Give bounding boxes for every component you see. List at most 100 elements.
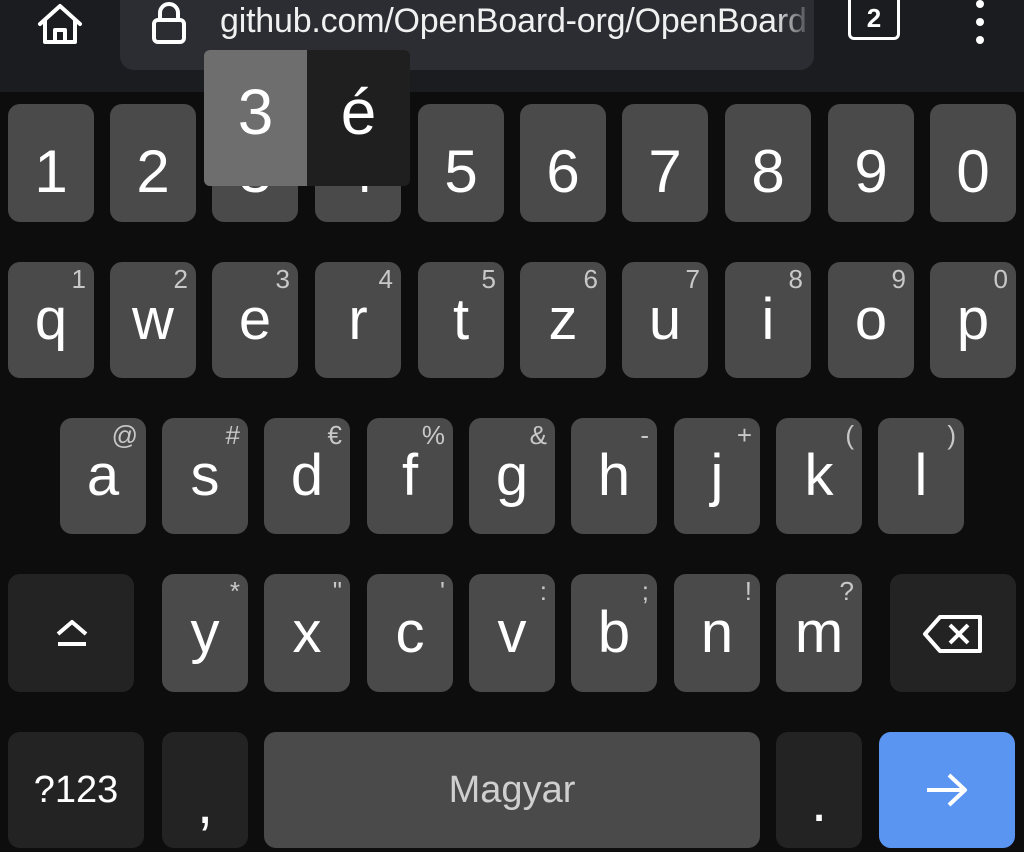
key-label: e xyxy=(238,287,272,352)
key-hint: 7 xyxy=(685,264,700,294)
key-hint: & xyxy=(529,420,547,450)
symbols-key[interactable]: ?123 xyxy=(8,732,144,848)
shift-icon xyxy=(56,620,88,646)
comma-key[interactable]: , xyxy=(162,732,248,848)
key-letter[interactable]: (k xyxy=(776,418,862,534)
menu-dot xyxy=(976,36,984,44)
key-label: ?123 xyxy=(33,769,119,811)
key-hint: * xyxy=(229,576,240,606)
key-label: 1 xyxy=(34,138,68,206)
key-label: u xyxy=(648,287,682,352)
key-letter[interactable]: @ a xyxy=(60,418,146,534)
key-label: z xyxy=(548,287,578,352)
key-letter[interactable]: -h xyxy=(571,418,657,534)
key-letter[interactable]: * y xyxy=(162,574,248,692)
key-letter[interactable]: € d xyxy=(264,418,350,534)
key-letter[interactable]: :v xyxy=(469,574,555,692)
key-label: m xyxy=(794,600,844,665)
key-letter[interactable]: 2w xyxy=(110,262,196,378)
browser-toolbar: github.com/OpenBoard-org/OpenBoard 2 xyxy=(0,0,1024,92)
key-number[interactable]: 7 xyxy=(622,104,708,222)
key-number[interactable]: 1 xyxy=(8,104,94,222)
menu-dot xyxy=(976,18,984,26)
key-hint: ( xyxy=(845,420,854,450)
tab-count: 2 xyxy=(866,3,882,33)
key-letter[interactable]: ; b xyxy=(571,574,657,692)
space-key[interactable]: Magyar xyxy=(264,732,760,848)
backspace-key[interactable] xyxy=(890,574,1016,692)
key-letter[interactable]: + j xyxy=(674,418,760,534)
key-letter[interactable]: ? m xyxy=(776,574,862,692)
key-hint: ; xyxy=(641,576,649,606)
key-label: g xyxy=(495,443,529,508)
key-label: v xyxy=(497,600,527,665)
key-label: , xyxy=(196,770,214,836)
key-label: . xyxy=(810,768,828,834)
url-text[interactable]: github.com/OpenBoard-org/OpenBoard xyxy=(220,2,807,41)
key-label: 7 xyxy=(648,138,682,206)
key-hint: : xyxy=(539,576,547,606)
key-label: q xyxy=(34,287,68,352)
period-key[interactable]: . xyxy=(776,732,862,848)
key-letter[interactable]: 3e xyxy=(212,262,298,378)
key-label: d xyxy=(290,443,324,508)
home-icon[interactable] xyxy=(34,0,86,46)
key-letter[interactable]: 5t xyxy=(418,262,504,378)
enter-key[interactable] xyxy=(879,732,1015,848)
key-label: n xyxy=(700,600,734,665)
key-letter[interactable]: 7u xyxy=(622,262,708,378)
key-hint: 6 xyxy=(583,264,598,294)
key-number[interactable]: 0 xyxy=(930,104,1016,222)
key-number[interactable]: 5 xyxy=(418,104,504,222)
key-label: r xyxy=(348,287,368,352)
key-hint: % xyxy=(421,420,445,450)
key-hint: ' xyxy=(440,576,445,606)
key-letter[interactable]: 6z xyxy=(520,262,606,378)
key-letter[interactable]: 1q xyxy=(8,262,94,378)
key-letter[interactable]: ! n xyxy=(674,574,760,692)
popup-option[interactable]: é xyxy=(307,80,410,144)
key-letter[interactable]: 0p xyxy=(930,262,1016,378)
key-letter[interactable]: 4r xyxy=(315,262,401,378)
shift-key[interactable] xyxy=(8,574,134,692)
lock-icon xyxy=(146,0,192,46)
key-hint: 4 xyxy=(378,264,393,294)
key-number[interactable]: 8 xyxy=(725,104,811,222)
menu-dot xyxy=(976,0,984,8)
key-label: y xyxy=(190,600,220,665)
key-label: 2 xyxy=(136,138,170,206)
key-number[interactable]: 9 xyxy=(828,104,914,222)
key-label: 5 xyxy=(444,138,478,206)
overflow-menu-icon[interactable] xyxy=(964,0,996,48)
key-label: 0 xyxy=(956,138,990,206)
key-hint: - xyxy=(640,420,649,450)
key-number[interactable]: 2 xyxy=(110,104,196,222)
key-hint: 9 xyxy=(891,264,906,294)
key-letter[interactable]: % f xyxy=(367,418,453,534)
key-letter[interactable]: & g xyxy=(469,418,555,534)
key-letter[interactable]: 9o xyxy=(828,262,914,378)
key-label: h xyxy=(597,443,631,508)
key-label: b xyxy=(597,600,631,665)
tabs-counter-button[interactable]: 2 xyxy=(848,0,900,40)
key-letter[interactable]: ' c xyxy=(367,574,453,692)
key-hint: 5 xyxy=(481,264,496,294)
key-label: p xyxy=(956,287,990,352)
key-hint: ) xyxy=(947,420,956,450)
key-letter[interactable]: 8i xyxy=(725,262,811,378)
key-label: o xyxy=(854,287,888,352)
key-hint: " xyxy=(332,576,342,606)
key-number[interactable]: 6 xyxy=(520,104,606,222)
key-label: w xyxy=(132,287,174,352)
key-alternates-popup: 3 é xyxy=(204,50,410,186)
key-letter[interactable]: ) l xyxy=(878,418,964,534)
key-hint: + xyxy=(736,420,752,450)
popup-option[interactable]: 3 xyxy=(204,80,307,144)
key-label: k xyxy=(804,443,834,508)
key-hint: 2 xyxy=(173,264,188,294)
key-letter[interactable]: " x xyxy=(264,574,350,692)
key-letter[interactable]: # s xyxy=(162,418,248,534)
arrow-right-icon xyxy=(927,773,967,807)
url-fade xyxy=(774,0,814,70)
key-label: c xyxy=(395,600,425,665)
